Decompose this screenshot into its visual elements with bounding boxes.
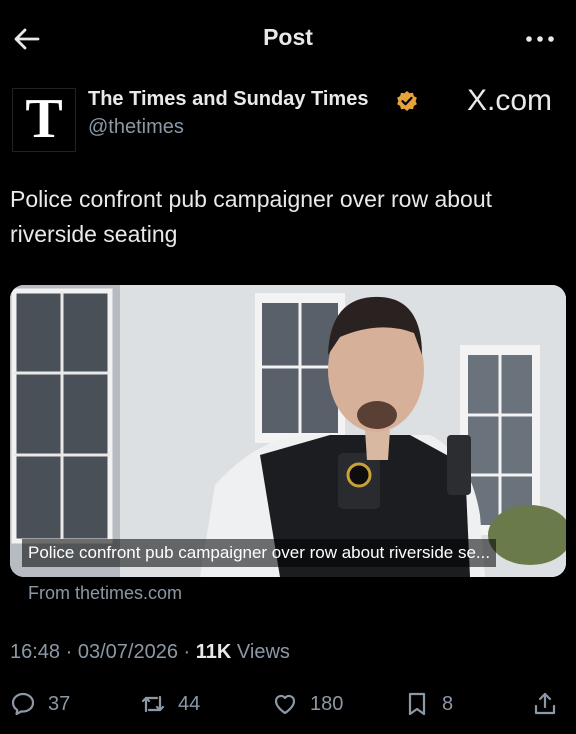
reply-button[interactable]: 37 — [10, 684, 70, 724]
post-meta: 16:48 · 03/07/2026 · 11K Views — [10, 641, 290, 664]
repost-count: 44 — [178, 692, 201, 715]
bookmark-icon — [408, 692, 426, 716]
top-bar: Post — [0, 0, 576, 76]
repost-icon — [141, 695, 165, 713]
media-photo — [10, 285, 566, 577]
post-text: Police confront pub campaigner over row … — [10, 186, 493, 247]
media-image[interactable] — [10, 285, 566, 577]
share-button[interactable] — [532, 684, 558, 724]
meta-separator: · — [183, 641, 191, 663]
more-icon[interactable] — [522, 22, 558, 56]
action-bar: 37 44 180 8 — [0, 684, 576, 724]
author-handle[interactable]: @thetimes — [88, 116, 184, 139]
author-name[interactable]: The Times and Sunday Times — [88, 88, 368, 111]
media-caption: Police confront pub campaigner over row … — [22, 539, 497, 567]
author-header: T The Times and Sunday Times @thetimes X… — [0, 82, 576, 152]
reply-icon — [11, 692, 35, 716]
avatar[interactable]: T — [12, 88, 76, 152]
like-button[interactable]: 180 — [272, 684, 343, 724]
back-arrow-icon[interactable] — [10, 22, 44, 56]
meta-separator: · — [65, 641, 73, 663]
avatar-letter: T — [25, 88, 63, 150]
bookmark-count: 8 — [442, 692, 454, 715]
post-time[interactable]: 16:48 — [10, 641, 60, 663]
views-count: 11K — [195, 641, 232, 663]
site-logo: X.com — [466, 84, 552, 117]
like-count: 180 — [310, 692, 344, 715]
reply-count: 37 — [48, 692, 71, 715]
share-icon — [534, 692, 556, 715]
post-date[interactable]: 03/07/2026 — [78, 641, 178, 663]
repost-button[interactable]: 44 — [140, 684, 200, 724]
page-title: Post — [263, 24, 313, 50]
views-label: Views — [236, 641, 290, 663]
link-source[interactable]: From thetimes.com — [28, 583, 182, 604]
verified-icon — [396, 90, 418, 112]
like-icon — [274, 694, 296, 715]
bookmark-button[interactable]: 8 — [404, 684, 453, 724]
